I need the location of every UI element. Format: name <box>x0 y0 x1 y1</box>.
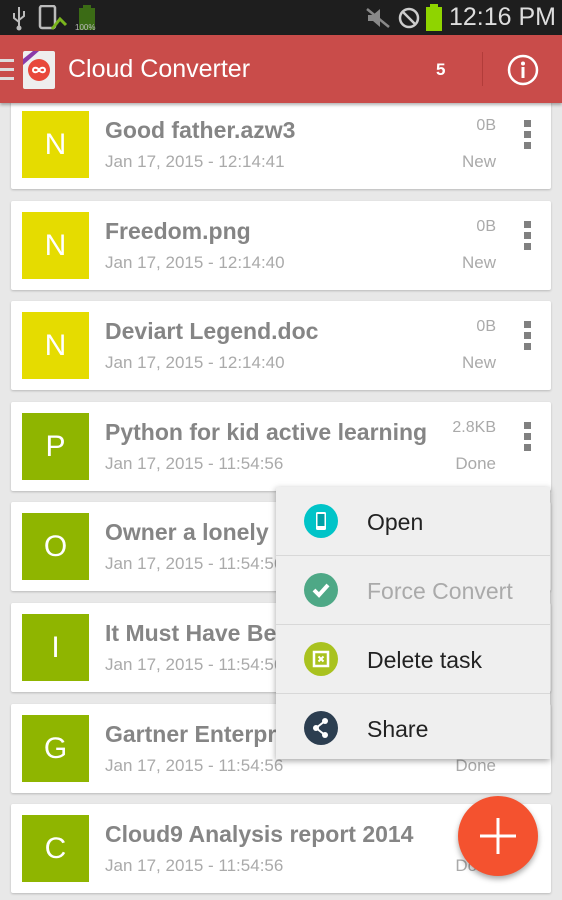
more-options-icon[interactable] <box>524 120 532 153</box>
task-avatar: C <box>22 815 89 883</box>
context-menu: Open Force Convert Delete task Share <box>276 487 550 759</box>
more-options-icon[interactable] <box>524 321 532 354</box>
task-size: 2.8KB <box>452 418 496 436</box>
task-date: Jan 17, 2015 - 11:54:56 <box>105 655 284 674</box>
app-bar: Cloud Converter 5 <box>0 35 562 103</box>
no-signal-icon <box>398 7 420 29</box>
task-date: Jan 17, 2015 - 12:14:40 <box>105 252 285 272</box>
task-card[interactable]: N Freedom.png Jan 17, 2015 - 12:14:40 0B… <box>11 200 551 290</box>
menu-item-open[interactable]: Open <box>276 487 550 556</box>
task-avatar: N <box>22 111 89 178</box>
task-avatar: P <box>22 412 89 480</box>
menu-item-delete-task[interactable]: Delete task <box>276 625 550 694</box>
task-status: Done <box>455 453 496 473</box>
task-name: Deviart Legend.doc <box>105 318 319 345</box>
task-date: Jan 17, 2015 - 11:54:56 <box>105 554 284 574</box>
menu-item-force-convert[interactable]: Force Convert <box>276 556 550 625</box>
phone-icon <box>304 504 338 538</box>
task-date: Jan 17, 2015 - 11:54:56 <box>105 755 284 775</box>
task-name: Good father.azw3 <box>105 117 296 143</box>
status-bar: 100% 12:16 PM <box>0 0 562 35</box>
menu-item-label: Delete task <box>367 647 483 673</box>
more-options-icon[interactable] <box>524 421 532 455</box>
usb-icon <box>13 7 25 31</box>
task-status: New <box>461 152 496 171</box>
task-avatar: I <box>22 614 89 681</box>
task-size: 0B <box>476 318 496 336</box>
task-count: 5 <box>436 60 446 79</box>
task-avatar: N <box>22 211 89 279</box>
task-name: Freedom.png <box>105 217 251 244</box>
mute-icon <box>366 8 390 28</box>
task-card[interactable]: N Deviart Legend.doc Jan 17, 2015 - 12:1… <box>11 301 551 391</box>
task-date: Jan 17, 2015 - 12:14:40 <box>105 353 285 373</box>
task-size: 0B <box>476 117 496 134</box>
battery-icon <box>426 4 442 31</box>
task-status: New <box>461 252 496 272</box>
info-icon[interactable] <box>507 54 539 86</box>
task-date: Jan 17, 2015 - 11:54:56 <box>105 453 284 473</box>
menu-item-label: Force Convert <box>367 578 513 604</box>
task-avatar: O <box>22 513 89 581</box>
task-size: 0B <box>476 217 496 235</box>
add-task-button[interactable] <box>458 796 538 876</box>
delete-icon <box>304 642 338 676</box>
menu-icon[interactable] <box>0 59 14 81</box>
plus-icon <box>480 818 516 854</box>
task-card[interactable]: P Python for kid active learning Jan 17,… <box>11 401 551 491</box>
app-title: Cloud Converter <box>68 55 251 83</box>
task-card[interactable]: N Good father.azw3 Jan 17, 2015 - 12:14:… <box>11 103 551 189</box>
check-icon <box>304 573 338 607</box>
task-status: New <box>461 353 496 373</box>
divider <box>482 52 483 86</box>
share-icon <box>304 711 338 745</box>
task-avatar: G <box>22 714 89 782</box>
menu-item-label: Open <box>367 509 424 535</box>
menu-item-label: Share <box>367 716 429 742</box>
app-logo-icon[interactable] <box>21 49 57 91</box>
task-avatar: N <box>22 312 89 380</box>
menu-item-share[interactable]: Share <box>276 694 550 763</box>
task-date: Jan 17, 2015 - 11:54:56 <box>105 856 284 876</box>
phone-upload-icon <box>38 5 68 30</box>
task-name: Cloud9 Analysis report 2014 <box>105 821 414 848</box>
battery-label: 100% <box>75 23 96 32</box>
clock: 12:16 PM <box>448 3 556 31</box>
task-date: Jan 17, 2015 - 12:14:41 <box>105 152 285 171</box>
more-options-icon[interactable] <box>524 220 532 254</box>
task-name: Python for kid active learning <box>105 418 428 445</box>
